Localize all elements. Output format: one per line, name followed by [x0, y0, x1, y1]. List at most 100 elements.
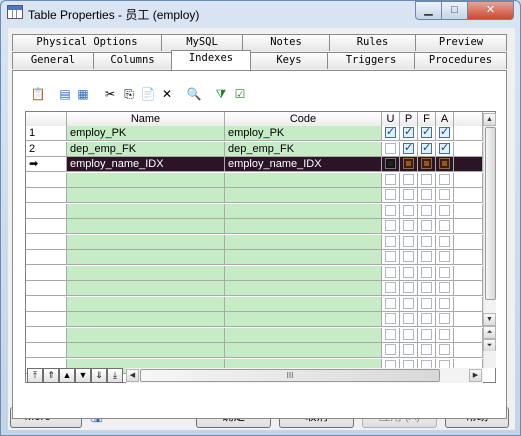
checkbox[interactable]	[439, 174, 450, 185]
row-number[interactable]	[26, 266, 67, 281]
flag-p-cell[interactable]	[400, 142, 418, 157]
minimize-button[interactable]: ▁	[415, 1, 442, 20]
flag-u-cell[interactable]	[382, 266, 400, 281]
flag-u-cell[interactable]	[382, 204, 400, 219]
checkbox[interactable]	[385, 236, 396, 247]
move-down-button[interactable]: ▼	[75, 368, 91, 383]
checkbox[interactable]	[403, 126, 414, 139]
move-bottom-button[interactable]: ⤓	[107, 368, 123, 383]
checkbox[interactable]	[385, 205, 396, 216]
cut-icon[interactable]: ✂	[101, 85, 119, 103]
scroll-right-button[interactable]: ▶	[469, 369, 482, 382]
flag-f-cell[interactable]	[418, 188, 436, 203]
flag-f-cell[interactable]	[418, 157, 436, 172]
flag-p-cell[interactable]	[400, 235, 418, 250]
checkbox[interactable]	[421, 282, 432, 293]
move-up-button[interactable]: ▲	[59, 368, 75, 383]
index-code-cell[interactable]	[225, 312, 382, 327]
checkbox[interactable]	[403, 344, 414, 355]
scroll-up-button[interactable]: ▲	[483, 113, 496, 126]
index-code-cell[interactable]	[225, 297, 382, 312]
checkbox[interactable]	[439, 236, 450, 247]
checkbox[interactable]	[403, 158, 414, 169]
checkbox[interactable]	[403, 220, 414, 231]
row-number[interactable]	[26, 328, 67, 343]
flag-u-cell[interactable]	[382, 343, 400, 358]
flag-p-cell[interactable]	[400, 266, 418, 281]
checkbox[interactable]	[385, 251, 396, 262]
flag-p-cell[interactable]	[400, 343, 418, 358]
tab-mysql[interactable]: MySQL	[161, 34, 243, 51]
checkbox[interactable]	[439, 189, 450, 200]
checkbox[interactable]	[439, 158, 450, 169]
checkbox[interactable]	[403, 251, 414, 262]
index-name-cell[interactable]: dep_emp_FK	[67, 142, 225, 157]
delete-icon[interactable]: ✕	[158, 85, 176, 103]
flag-a-cell[interactable]	[436, 157, 454, 172]
move-page-down-button[interactable]: ⇓	[91, 368, 107, 383]
checkbox[interactable]	[385, 220, 396, 231]
move-page-up-button[interactable]: ⇑	[43, 368, 59, 383]
flag-u-cell[interactable]	[382, 235, 400, 250]
horizontal-thumb[interactable]: III	[140, 369, 440, 382]
checkbox[interactable]	[421, 298, 432, 309]
horizontal-scrollbar[interactable]: ◀ III ▶	[126, 368, 483, 383]
index-name-cell[interactable]	[67, 219, 225, 234]
properties-icon[interactable]: 📋	[29, 85, 47, 103]
flag-p-cell[interactable]	[400, 204, 418, 219]
flag-f-cell[interactable]	[418, 235, 436, 250]
checkbox[interactable]	[385, 158, 396, 169]
flag-a-cell[interactable]	[436, 235, 454, 250]
index-code-cell[interactable]	[225, 250, 382, 265]
checkbox[interactable]	[421, 205, 432, 216]
flag-f-cell[interactable]	[418, 328, 436, 343]
checkbox[interactable]	[439, 205, 450, 216]
scroll-thumb[interactable]	[485, 127, 496, 300]
row-number[interactable]: 1	[26, 126, 67, 141]
scroll-left-button[interactable]: ◀	[126, 369, 139, 382]
checkbox[interactable]	[421, 329, 432, 340]
index-name-cell[interactable]	[67, 204, 225, 219]
filter-icon[interactable]: ⧩	[212, 85, 230, 103]
checkbox[interactable]	[439, 267, 450, 278]
index-code-cell[interactable]	[225, 281, 382, 296]
index-name-cell[interactable]	[67, 328, 225, 343]
flag-p-cell[interactable]	[400, 173, 418, 188]
row-number[interactable]	[26, 204, 67, 219]
index-name-cell[interactable]	[67, 281, 225, 296]
checkbox[interactable]	[403, 142, 414, 155]
index-code-cell[interactable]	[225, 343, 382, 358]
vertical-scrollbar[interactable]: ▲ ▼ ⏶ ⏷	[483, 113, 496, 352]
flag-p-cell[interactable]	[400, 250, 418, 265]
flag-a-cell[interactable]	[436, 219, 454, 234]
insert-row-icon[interactable]: ▦	[74, 85, 92, 103]
tab-physical-options[interactable]: Physical Options	[12, 34, 162, 51]
index-code-cell[interactable]	[225, 235, 382, 250]
index-code-cell[interactable]: employ_PK	[225, 126, 382, 141]
index-name-cell[interactable]	[67, 312, 225, 327]
index-name-cell[interactable]	[67, 173, 225, 188]
flag-f-cell[interactable]	[418, 250, 436, 265]
index-code-cell[interactable]: employ_name_IDX	[225, 157, 382, 172]
checkbox[interactable]	[385, 126, 396, 139]
flag-f-cell[interactable]	[418, 142, 436, 157]
checkbox[interactable]	[421, 158, 432, 169]
checkbox[interactable]	[439, 126, 450, 139]
header-name[interactable]: Name	[67, 112, 225, 127]
flag-a-cell[interactable]	[436, 266, 454, 281]
checkbox[interactable]	[439, 220, 450, 231]
tab-keys[interactable]: Keys	[250, 52, 328, 69]
flag-f-cell[interactable]	[418, 173, 436, 188]
flag-u-cell[interactable]	[382, 219, 400, 234]
checkbox[interactable]	[403, 189, 414, 200]
flag-u-cell[interactable]	[382, 281, 400, 296]
flag-f-cell[interactable]	[418, 281, 436, 296]
flag-f-cell[interactable]	[418, 312, 436, 327]
flag-p-cell[interactable]	[400, 297, 418, 312]
checkbox[interactable]	[421, 344, 432, 355]
close-button[interactable]: ✕	[467, 1, 514, 20]
flag-u-cell[interactable]	[382, 188, 400, 203]
scroll-page-up-button[interactable]: ⏶	[483, 326, 496, 339]
add-row-icon[interactable]: ▤	[56, 85, 74, 103]
flag-a-cell[interactable]	[436, 188, 454, 203]
